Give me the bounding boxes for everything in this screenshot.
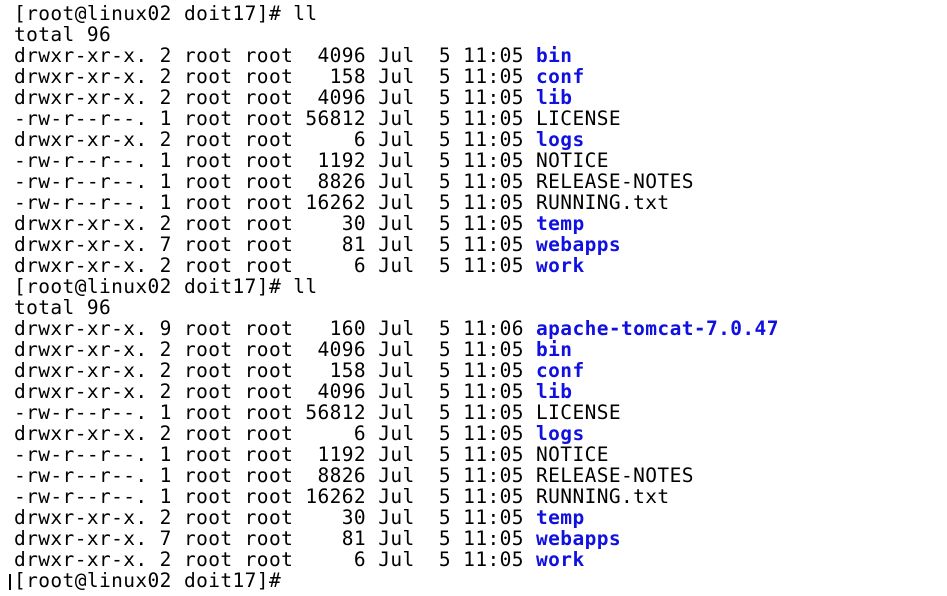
listing-row: drwxr-xr-x. 2 root root 6 Jul 5 11:05 wo… [14,255,947,276]
total-line: total 96 [14,24,947,45]
listing-row: drwxr-xr-x. 2 root root 6 Jul 5 11:05 lo… [14,423,947,444]
total-line: total 96 [14,297,947,318]
entry-metadata: drwxr-xr-x. 2 root root 4096 Jul 5 11:05 [14,380,537,403]
entry-metadata: -rw-r--r--. 1 root root 8826 Jul 5 11:05 [14,170,537,193]
directory-name: temp [536,212,585,235]
listing-row: -rw-r--r--. 1 root root 16262 Jul 5 11:0… [14,192,947,213]
entry-metadata: -rw-r--r--. 1 root root 1192 Jul 5 11:05 [14,149,537,172]
directory-name: temp [536,506,585,529]
total-text: total 96 [14,23,112,46]
listing-row: drwxr-xr-x. 2 root root 4096 Jul 5 11:05… [14,339,947,360]
entry-metadata: drwxr-xr-x. 2 root root 158 Jul 5 11:05 [14,359,537,382]
directory-name: work [536,548,585,571]
entry-metadata: -rw-r--r--. 1 root root 1192 Jul 5 11:05 [14,443,537,466]
prompt-text: [root@linux02 doit17]# ll [14,275,318,298]
directory-name: conf [536,65,585,88]
listing-row: -rw-r--r--. 1 root root 1192 Jul 5 11:05… [14,150,947,171]
entry-metadata: drwxr-xr-x. 2 root root 6 Jul 5 11:05 [14,422,537,445]
entry-metadata: drwxr-xr-x. 2 root root 6 Jul 5 11:05 [14,548,537,571]
file-name: RELEASE-NOTES [536,170,694,193]
file-name: NOTICE [536,149,609,172]
entry-metadata: -rw-r--r--. 1 root root 8826 Jul 5 11:05 [14,464,537,487]
directory-name: bin [536,338,573,361]
entry-metadata: drwxr-xr-x. 2 root root 4096 Jul 5 11:05 [14,86,537,109]
directory-name: webapps [536,527,622,550]
cursor-marker [9,574,11,590]
listing-row: drwxr-xr-x. 2 root root 30 Jul 5 11:05 t… [14,213,947,234]
listing-row: -rw-r--r--. 1 root root 56812 Jul 5 11:0… [14,402,947,423]
entry-metadata: drwxr-xr-x. 2 root root 4096 Jul 5 11:05 [14,44,537,67]
total-text: total 96 [14,296,112,319]
listing-block: drwxr-xr-x. 9 root root 160 Jul 5 11:06 … [14,318,947,570]
terminal-window[interactable]: [root@linux02 doit17]# ll total 96 drwxr… [0,0,947,596]
listing-row: drwxr-xr-x. 2 root root 4096 Jul 5 11:05… [14,87,947,108]
directory-name: webapps [536,233,622,256]
directory-name: logs [536,422,585,445]
file-name: RUNNING.txt [536,485,670,508]
listing-row: -rw-r--r--. 1 root root 1192 Jul 5 11:05… [14,444,947,465]
entry-metadata: drwxr-xr-x. 2 root root 30 Jul 5 11:05 [14,212,537,235]
entry-metadata: -rw-r--r--. 1 root root 16262 Jul 5 11:0… [14,485,537,508]
entry-metadata: drwxr-xr-x. 7 root root 81 Jul 5 11:05 [14,527,537,550]
current-prompt-line[interactable]: [root@linux02 doit17]# [14,570,947,591]
listing-row: drwxr-xr-x. 7 root root 81 Jul 5 11:05 w… [14,528,947,549]
listing-row: -rw-r--r--. 1 root root 8826 Jul 5 11:05… [14,171,947,192]
listing-block: drwxr-xr-x. 2 root root 4096 Jul 5 11:05… [14,45,947,276]
command-prompt-line: [root@linux02 doit17]# ll [14,276,947,297]
listing-row: -rw-r--r--. 1 root root 16262 Jul 5 11:0… [14,486,947,507]
entry-metadata: drwxr-xr-x. 2 root root 30 Jul 5 11:05 [14,506,537,529]
listing-row: drwxr-xr-x. 2 root root 158 Jul 5 11:05 … [14,66,947,87]
directory-name: lib [536,380,573,403]
listing-row: drwxr-xr-x. 7 root root 81 Jul 5 11:05 w… [14,234,947,255]
listing-row: drwxr-xr-x. 2 root root 4096 Jul 5 11:05… [14,45,947,66]
file-name: LICENSE [536,107,622,130]
entry-metadata: drwxr-xr-x. 2 root root 6 Jul 5 11:05 [14,128,537,151]
prompt-text: [root@linux02 doit17]# ll [14,2,318,25]
directory-name: lib [536,86,573,109]
file-name: RUNNING.txt [536,191,670,214]
directory-name: apache-tomcat-7.0.47 [536,317,779,340]
directory-name: logs [536,128,585,151]
listing-row: drwxr-xr-x. 2 root root 6 Jul 5 11:05 wo… [14,549,947,570]
directory-name: work [536,254,585,277]
entry-metadata: -rw-r--r--. 1 root root 56812 Jul 5 11:0… [14,107,537,130]
listing-row: drwxr-xr-x. 2 root root 6 Jul 5 11:05 lo… [14,129,947,150]
listing-row: -rw-r--r--. 1 root root 8826 Jul 5 11:05… [14,465,947,486]
terminal-output: [root@linux02 doit17]# ll total 96 drwxr… [14,3,947,591]
entry-metadata: drwxr-xr-x. 7 root root 81 Jul 5 11:05 [14,233,537,256]
directory-name: conf [536,359,585,382]
entry-metadata: drwxr-xr-x. 2 root root 158 Jul 5 11:05 [14,65,537,88]
entry-metadata: drwxr-xr-x. 2 root root 4096 Jul 5 11:05 [14,338,537,361]
prompt-text: [root@linux02 doit17]# [14,569,282,592]
entry-metadata: -rw-r--r--. 1 root root 16262 Jul 5 11:0… [14,191,537,214]
entry-metadata: drwxr-xr-x. 9 root root 160 Jul 5 11:06 [14,317,537,340]
entry-metadata: drwxr-xr-x. 2 root root 6 Jul 5 11:05 [14,254,537,277]
file-name: LICENSE [536,401,622,424]
file-name: NOTICE [536,443,609,466]
listing-row: drwxr-xr-x. 2 root root 30 Jul 5 11:05 t… [14,507,947,528]
listing-row: drwxr-xr-x. 2 root root 158 Jul 5 11:05 … [14,360,947,381]
entry-metadata: -rw-r--r--. 1 root root 56812 Jul 5 11:0… [14,401,537,424]
file-name: RELEASE-NOTES [536,464,694,487]
listing-row: -rw-r--r--. 1 root root 56812 Jul 5 11:0… [14,108,947,129]
command-prompt-line: [root@linux02 doit17]# ll [14,3,947,24]
listing-row: drwxr-xr-x. 2 root root 4096 Jul 5 11:05… [14,381,947,402]
directory-name: bin [536,44,573,67]
listing-row: drwxr-xr-x. 9 root root 160 Jul 5 11:06 … [14,318,947,339]
